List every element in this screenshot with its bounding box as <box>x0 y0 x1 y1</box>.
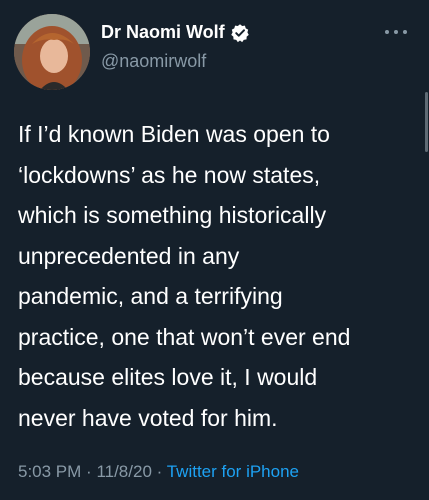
tweet-text-line: never have voted for him. <box>18 404 278 431</box>
tweet-text-line: pandemic, and a terrifying <box>18 283 283 309</box>
author-name-row[interactable]: Dr Naomi Wolf <box>101 22 250 43</box>
display-name[interactable]: Dr Naomi Wolf <box>101 22 225 43</box>
tweet-metadata: 5:03 PM · 11/8/20 · Twitter for iPhone <box>18 462 299 482</box>
profile-photo-icon <box>14 14 90 90</box>
author-handle[interactable]: @naomirwolf <box>101 51 206 72</box>
tweet-date[interactable]: 11/8/20 <box>96 462 151 481</box>
ellipsis-icon <box>403 30 407 34</box>
tweet-text-line: which is something historically <box>18 202 327 228</box>
meta-separator: · <box>86 462 97 481</box>
tweet-text-line: because elites love it, I would <box>18 364 318 390</box>
scrollbar[interactable] <box>425 92 428 152</box>
verified-badge-icon <box>230 23 249 42</box>
tweet-text: If I’d known Biden was open to ‘lockdown… <box>18 114 418 438</box>
meta-separator: · <box>156 462 167 481</box>
avatar[interactable] <box>14 14 90 90</box>
tweet-text-line: practice, one that won’t ever end <box>18 323 351 350</box>
tweet-source-link[interactable]: Twitter for iPhone <box>167 462 299 481</box>
tweet-card: Dr Naomi Wolf @naomirwolf If I’d known B… <box>0 0 429 500</box>
tweet-text-line: ‘lockdowns’ as he now states, <box>18 161 321 188</box>
more-options-button[interactable] <box>385 28 407 36</box>
ellipsis-icon <box>385 30 389 34</box>
tweet-time[interactable]: 5:03 PM <box>18 462 81 481</box>
tweet-text-line: If I’d known Biden was open to <box>18 121 330 147</box>
ellipsis-icon <box>394 30 398 34</box>
tweet-text-line: unprecedented in any <box>18 242 240 269</box>
